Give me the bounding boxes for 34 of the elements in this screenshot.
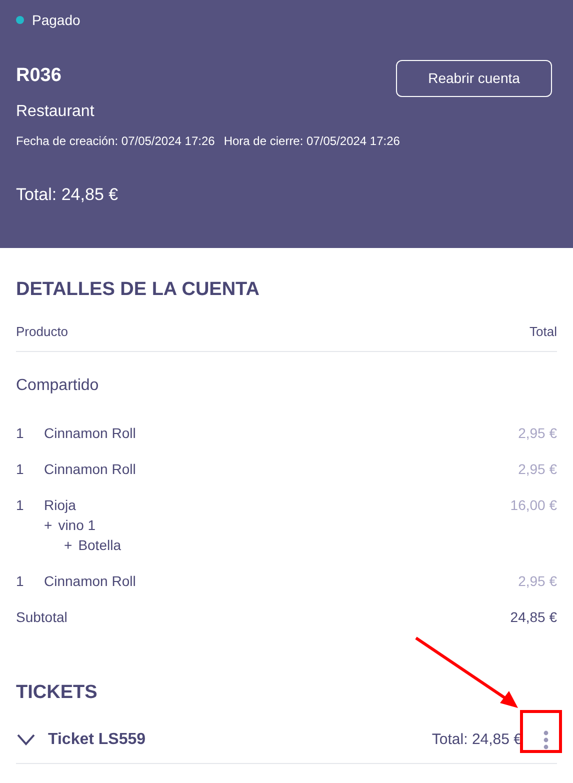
highlight-frame [520,710,562,753]
modifier-prefix: + [44,516,52,535]
chevron-icon[interactable] [16,734,36,746]
item-name: Rioja [44,496,77,515]
item-name: Cinnamon Roll [44,460,136,479]
status-label: Pagado [32,10,80,30]
column-header: Producto [16,322,68,340]
item-quantity: 1 [16,496,25,515]
item-price: 2,95 € [518,424,557,443]
item-price: 2,95 € [518,460,557,479]
subtotal-label: Subtotal [16,608,68,627]
created-date: Fecha de creación: 07/05/2024 17:26 [16,133,215,150]
kebab-icon [543,730,549,750]
item-price: 2,95 € [518,572,557,591]
section-title: DETALLES DE LA CUENTA [16,278,260,302]
modifier-name: Botella [78,536,121,555]
header-total: Total: 24,85 € [16,184,120,206]
subtotal-value: 24,85 € [510,608,557,627]
modifier-prefix: + [64,536,72,555]
section-title: TICKETS [16,681,98,705]
item-quantity: 1 [16,572,25,591]
item-price: 16,00 € [510,496,557,515]
group-label: Compartido [16,376,100,396]
item-quantity: 1 [16,424,25,443]
location-label: Restaurant [16,102,96,122]
item-name: Cinnamon Roll [44,424,136,443]
item-name: Cinnamon Roll [44,572,136,591]
closed-date: Hora de cierre: 07/05/2024 17:26 [224,133,400,150]
modifier-name: vino 1 [58,516,96,535]
item-quantity: 1 [16,460,25,479]
reopen-button[interactable]: Reabrir cuenta [396,60,552,97]
column-header: Total [530,322,557,340]
account-code: R036 [16,64,62,88]
ticket-name[interactable]: Ticket LS559 [48,728,146,752]
